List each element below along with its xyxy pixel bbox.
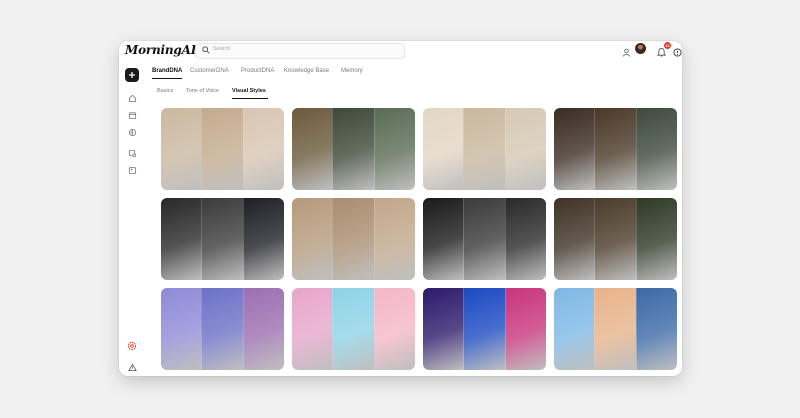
style-tile-earthy-minimal[interactable]: [292, 198, 415, 280]
tab-memory[interactable]: Memory: [341, 68, 363, 74]
user-icon[interactable]: [622, 44, 631, 62]
style-tile-image: [635, 198, 677, 280]
style-tile-soft-beige-still-life[interactable]: [423, 108, 546, 190]
image-icon: [128, 166, 136, 174]
style-tile-dark-fantasy[interactable]: [161, 198, 284, 280]
style-tile-image: [292, 108, 333, 190]
sidebar-item-image[interactable]: [125, 163, 139, 177]
sidebar-item-image-search[interactable]: [125, 146, 139, 160]
style-tile-image: [242, 198, 284, 280]
style-tile-image: [504, 198, 546, 280]
style-tile-image: [161, 108, 202, 190]
search-icon: [202, 46, 210, 54]
tab-branddna[interactable]: BrandDNA: [152, 68, 182, 74]
style-tile-image: [161, 288, 202, 370]
style-tile-dreamy-neon-fantasy[interactable]: [161, 288, 284, 370]
tab-knowledge-base[interactable]: Knowledge Base: [284, 68, 329, 74]
style-tile-image: [161, 198, 202, 280]
notification-badge: 12: [664, 42, 671, 49]
subtab-basics[interactable]: Basics: [157, 88, 173, 94]
settings-alert-icon: [127, 341, 137, 351]
style-tile-image: [554, 108, 595, 190]
style-tile-image: [332, 288, 374, 370]
style-tile-image: [423, 288, 464, 370]
top-bar: MorningAI Search 12: [119, 41, 682, 60]
search-placeholder: Search: [213, 46, 231, 52]
style-tile-image: [201, 198, 243, 280]
style-tile-moody-cinematic[interactable]: [554, 108, 677, 190]
style-tile-vintage-ornate[interactable]: [554, 198, 677, 280]
style-tile-image: [332, 108, 374, 190]
sidebar-item-alert-settings[interactable]: [125, 339, 139, 353]
style-tile-image: [554, 198, 595, 280]
sidebar-item-warning[interactable]: [125, 360, 139, 374]
style-tile-image: [373, 288, 415, 370]
style-tile-pixel-art[interactable]: [554, 288, 677, 370]
style-tile-image: [242, 108, 284, 190]
tab-customerdna[interactable]: CustomerDNA: [190, 68, 229, 74]
sidebar-item-calendar[interactable]: [125, 108, 139, 122]
style-tile-image: [594, 198, 636, 280]
style-tile-image: [594, 108, 636, 190]
app-logo[interactable]: MorningAI: [125, 43, 196, 57]
style-tile-image: [332, 198, 374, 280]
style-tile-image: [463, 288, 505, 370]
style-tile-image: [554, 288, 595, 370]
search-input[interactable]: Search: [195, 43, 405, 59]
style-tile-image: [201, 108, 243, 190]
plus-icon: [129, 72, 135, 78]
image-search-icon: [128, 149, 136, 157]
style-tile-image: [635, 108, 677, 190]
style-tile-image: [504, 288, 546, 370]
style-tile-botanical-illustration[interactable]: [292, 108, 415, 190]
home-icon: [128, 94, 136, 102]
subtab-visual-styles[interactable]: Visual Styles: [232, 88, 266, 94]
avatar-image: [635, 43, 646, 54]
help-icon[interactable]: [673, 44, 682, 62]
style-tile-noir-black-white[interactable]: [423, 198, 546, 280]
subtab-active-underline: [232, 98, 268, 99]
avatar[interactable]: [635, 43, 646, 54]
notification-bell-icon[interactable]: 12: [656, 42, 671, 62]
style-tile-cyberpunk-neon[interactable]: [423, 288, 546, 370]
sidebar-item-brain[interactable]: [125, 125, 139, 139]
calendar-icon: [128, 111, 136, 119]
style-tile-image: [201, 288, 243, 370]
style-tile-pastel-pop[interactable]: [292, 288, 415, 370]
style-tile-image: [504, 108, 546, 190]
style-tile-image: [463, 108, 505, 190]
style-tile-image: [242, 288, 284, 370]
brain-icon: [128, 128, 136, 136]
subtab-tone-of-voice[interactable]: Tone of Voice: [186, 88, 219, 94]
style-tile-warm-minimal-interior[interactable]: [161, 108, 284, 190]
style-tile-image: [292, 198, 333, 280]
new-button[interactable]: [125, 68, 139, 82]
tab-productdna[interactable]: ProductDNA: [241, 68, 274, 74]
style-tile-image: [373, 198, 415, 280]
style-tile-image: [423, 108, 464, 190]
warning-icon: [127, 363, 137, 371]
style-tile-image: [292, 288, 333, 370]
style-tile-image: [594, 288, 636, 370]
style-tile-image: [635, 288, 677, 370]
app-window: MorningAI Search 12 BrandDNA CustomerDNA…: [119, 41, 682, 376]
sidebar: [119, 60, 146, 376]
tab-active-underline: [152, 78, 182, 79]
sidebar-item-home[interactable]: [125, 91, 139, 105]
style-tile-image: [373, 108, 415, 190]
style-tile-image: [423, 198, 464, 280]
style-tile-image: [463, 198, 505, 280]
